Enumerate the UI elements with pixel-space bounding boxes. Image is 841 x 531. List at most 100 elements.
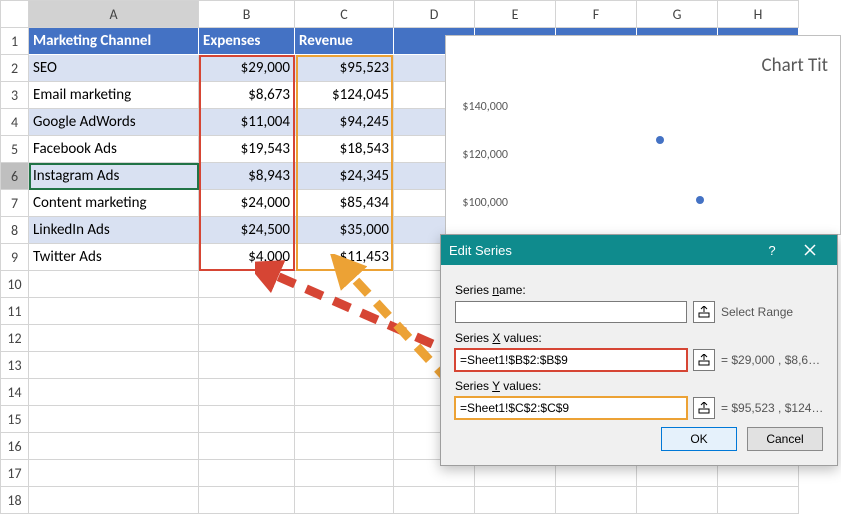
- dialog-titlebar[interactable]: Edit Series ?: [441, 235, 837, 265]
- cell[interactable]: [295, 352, 394, 379]
- cell[interactable]: $19,543: [199, 136, 295, 163]
- row-header[interactable]: 14: [1, 379, 29, 406]
- row-header[interactable]: 13: [1, 352, 29, 379]
- cell[interactable]: $24,345: [295, 163, 394, 190]
- cell[interactable]: [199, 433, 295, 460]
- close-button[interactable]: [791, 235, 829, 265]
- cell[interactable]: Google AdWords: [29, 109, 199, 136]
- cell[interactable]: [295, 433, 394, 460]
- cell[interactable]: $8,943: [199, 163, 295, 190]
- cancel-button[interactable]: Cancel: [747, 427, 823, 451]
- cell[interactable]: $35,000: [295, 217, 394, 244]
- cell[interactable]: $95,523: [295, 55, 394, 82]
- cell[interactable]: [199, 406, 295, 433]
- cell[interactable]: $8,673: [199, 82, 295, 109]
- range-picker-button[interactable]: [693, 349, 715, 371]
- cell[interactable]: [29, 487, 199, 514]
- cell[interactable]: [295, 406, 394, 433]
- ok-button[interactable]: OK: [661, 427, 737, 451]
- row-header[interactable]: 8: [1, 217, 29, 244]
- cell[interactable]: [29, 271, 199, 298]
- cell[interactable]: [199, 460, 295, 487]
- cell[interactable]: $29,000: [199, 55, 295, 82]
- col-header-G[interactable]: G: [637, 1, 718, 28]
- cell[interactable]: Instagram Ads: [29, 163, 199, 190]
- cell[interactable]: $11,453: [295, 244, 394, 271]
- cell[interactable]: $24,500: [199, 217, 295, 244]
- cell[interactable]: [295, 487, 394, 514]
- cell[interactable]: [199, 325, 295, 352]
- cell[interactable]: [29, 460, 199, 487]
- cell[interactable]: LinkedIn Ads: [29, 217, 199, 244]
- cell[interactable]: $4,000: [199, 244, 295, 271]
- series-x-input[interactable]: [455, 349, 687, 371]
- cell[interactable]: [199, 487, 295, 514]
- series-name-input[interactable]: [455, 301, 687, 323]
- row-header[interactable]: 5: [1, 136, 29, 163]
- row-header[interactable]: 2: [1, 55, 29, 82]
- range-picker-icon: [698, 402, 710, 414]
- range-picker-icon: [698, 354, 710, 366]
- row-header[interactable]: 18: [1, 487, 29, 514]
- cell[interactable]: [295, 298, 394, 325]
- row-header[interactable]: 1: [1, 28, 29, 55]
- cell[interactable]: [199, 298, 295, 325]
- cell[interactable]: [637, 487, 718, 514]
- cell[interactable]: Email marketing: [29, 82, 199, 109]
- col-header-D[interactable]: D: [394, 1, 475, 28]
- cell[interactable]: [199, 271, 295, 298]
- cell[interactable]: [29, 298, 199, 325]
- col-header-A[interactable]: A: [29, 1, 199, 28]
- row-header[interactable]: 17: [1, 460, 29, 487]
- row-header[interactable]: 10: [1, 271, 29, 298]
- cell[interactable]: [475, 487, 556, 514]
- series-y-input[interactable]: [455, 397, 687, 419]
- cell[interactable]: Marketing Channel: [29, 28, 199, 55]
- row-header[interactable]: 6: [1, 163, 29, 190]
- cell[interactable]: [295, 379, 394, 406]
- cell[interactable]: [718, 487, 799, 514]
- cell[interactable]: $18,543: [295, 136, 394, 163]
- cell[interactable]: [29, 379, 199, 406]
- cell[interactable]: [29, 406, 199, 433]
- col-header-B[interactable]: B: [199, 1, 295, 28]
- cell[interactable]: $124,045: [295, 82, 394, 109]
- cell[interactable]: $24,000: [199, 190, 295, 217]
- range-picker-button[interactable]: [693, 397, 715, 419]
- cell[interactable]: [29, 325, 199, 352]
- cell[interactable]: Revenue: [295, 28, 394, 55]
- cell[interactable]: [199, 379, 295, 406]
- cell[interactable]: Facebook Ads: [29, 136, 199, 163]
- row-header[interactable]: 7: [1, 190, 29, 217]
- range-picker-button[interactable]: [693, 301, 715, 323]
- cell[interactable]: $94,245: [295, 109, 394, 136]
- cell[interactable]: [556, 487, 637, 514]
- cell[interactable]: [295, 325, 394, 352]
- cell[interactable]: [295, 271, 394, 298]
- row-header[interactable]: 3: [1, 82, 29, 109]
- row-header[interactable]: 12: [1, 325, 29, 352]
- row-header[interactable]: 9: [1, 244, 29, 271]
- row-header[interactable]: 16: [1, 433, 29, 460]
- help-button[interactable]: ?: [753, 235, 791, 265]
- cell[interactable]: Expenses: [199, 28, 295, 55]
- row-header[interactable]: 4: [1, 109, 29, 136]
- cell[interactable]: [295, 460, 394, 487]
- cell[interactable]: $85,434: [295, 190, 394, 217]
- cell[interactable]: Content marketing: [29, 190, 199, 217]
- row-header[interactable]: 11: [1, 298, 29, 325]
- chart-area[interactable]: Chart Tit $140,000 $120,000 $100,000: [445, 35, 841, 235]
- col-header-E[interactable]: E: [475, 1, 556, 28]
- row-header[interactable]: 15: [1, 406, 29, 433]
- cell[interactable]: SEO: [29, 55, 199, 82]
- cell[interactable]: [199, 352, 295, 379]
- col-header-F[interactable]: F: [556, 1, 637, 28]
- cell[interactable]: [29, 433, 199, 460]
- cell[interactable]: $11,004: [199, 109, 295, 136]
- cell[interactable]: [394, 487, 475, 514]
- col-header-H[interactable]: H: [718, 1, 799, 28]
- cell[interactable]: Twitter Ads: [29, 244, 199, 271]
- select-all-corner[interactable]: [1, 1, 29, 28]
- col-header-C[interactable]: C: [295, 1, 394, 28]
- cell[interactable]: [29, 352, 199, 379]
